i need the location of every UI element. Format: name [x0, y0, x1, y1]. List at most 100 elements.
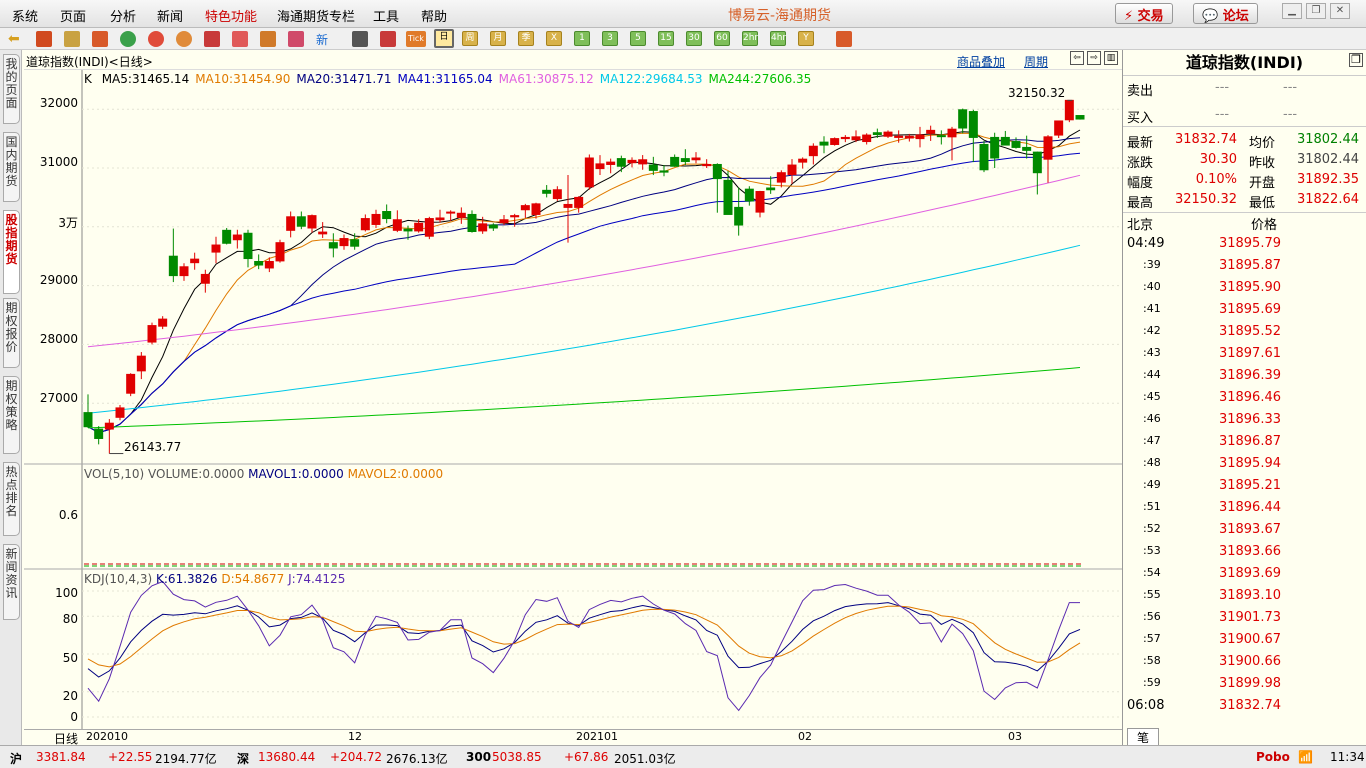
candle-body — [947, 128, 957, 138]
period-link[interactable]: 周期 — [1024, 53, 1048, 70]
signal-icon: 📶 — [1298, 750, 1313, 764]
left-tab[interactable]: 热点排名 — [3, 462, 20, 536]
period-button[interactable]: 5 — [630, 31, 646, 46]
left-arrow-icon[interactable]: ⇦ — [1070, 51, 1084, 65]
candle-body — [926, 129, 936, 134]
candle-body — [510, 215, 520, 218]
tick-price: 31899.98 — [1218, 676, 1281, 691]
menu-item[interactable]: 工具 — [373, 6, 399, 25]
sh-label: 沪 — [10, 752, 23, 766]
left-tab[interactable]: 新闻资讯 — [3, 544, 20, 620]
line-chart-icon[interactable] — [380, 31, 396, 47]
tick-price: 31895.69 — [1218, 302, 1281, 317]
buy-label: 买入 — [1127, 111, 1154, 126]
period-button[interactable]: 日 — [434, 29, 454, 48]
left-tab[interactable]: 股指期货 — [3, 210, 20, 294]
right-arrow-icon[interactable]: ⇨ — [1087, 51, 1101, 65]
period-button[interactable]: Y — [798, 31, 814, 46]
left-tab[interactable]: 我的页面 — [3, 54, 20, 124]
restore-icon[interactable]: ❐ — [1306, 3, 1326, 19]
back-arrow-icon[interactable]: ⬅ — [8, 31, 24, 47]
tick-price: 31893.66 — [1218, 544, 1281, 559]
trade-button[interactable]: ⚡ 交易 — [1115, 3, 1173, 24]
period-button[interactable]: 3 — [602, 31, 618, 46]
ma-line — [87, 367, 1081, 429]
forum-button[interactable]: 💬 论坛 — [1193, 3, 1258, 24]
menu-item[interactable]: 新闻 — [157, 6, 183, 25]
menu-item[interactable]: 分析 — [110, 6, 136, 25]
period-button[interactable]: 季 — [518, 31, 534, 46]
draw-pen-icon[interactable] — [232, 31, 248, 47]
change-value: 30.30 — [1199, 152, 1237, 167]
candle-body — [136, 355, 146, 372]
candle-body — [83, 412, 93, 428]
candle-body — [872, 132, 882, 135]
zoom-out-icon[interactable] — [176, 31, 192, 47]
left-tab[interactable]: 期权报价 — [3, 298, 20, 368]
candle-body — [958, 109, 968, 129]
candle-body — [744, 188, 754, 202]
menu-item[interactable]: 特色功能 — [205, 6, 257, 25]
news-icon[interactable]: 新 — [316, 31, 332, 47]
chart-title: 道琼指数(INDI)<日线> — [26, 55, 153, 69]
sz-index: 13680.44 — [258, 750, 316, 764]
candle-body — [531, 203, 541, 215]
candle-body — [94, 428, 104, 439]
menu-item[interactable]: 海通期货专栏 — [277, 6, 355, 25]
tick-icon[interactable]: Tick — [406, 31, 426, 47]
refresh-icon[interactable] — [120, 31, 136, 47]
layout-icon[interactable]: ▥ — [1104, 51, 1118, 65]
table-icon[interactable] — [352, 31, 368, 47]
period-button[interactable]: 周 — [462, 31, 478, 46]
period-button[interactable]: 1 — [574, 31, 590, 46]
x-axis-tick: 03 — [1008, 730, 1022, 743]
filter-icon[interactable] — [288, 31, 304, 47]
candle-body — [126, 373, 136, 394]
chart-window-icon[interactable] — [92, 31, 108, 47]
candle-body — [904, 135, 914, 139]
candle-body — [435, 217, 445, 221]
tick-time: :47 — [1143, 434, 1161, 447]
database-icon[interactable] — [64, 31, 80, 47]
period-button[interactable]: 月 — [490, 31, 506, 46]
avg-label: 均价 — [1249, 136, 1276, 151]
tool-icon[interactable] — [260, 31, 276, 47]
candle-body — [499, 219, 509, 224]
menu-item[interactable]: 系统 — [12, 6, 38, 25]
avg-value: 31802.44 — [1296, 132, 1359, 147]
close-icon[interactable]: ✕ — [1330, 3, 1350, 19]
period-button[interactable]: 2hr — [742, 31, 758, 46]
popout-icon[interactable]: ❐ — [1349, 53, 1363, 67]
tick-time: :49 — [1143, 478, 1161, 491]
zoom-in-icon[interactable] — [148, 31, 164, 47]
candle-body — [627, 159, 637, 164]
overlay-link[interactable]: 商品叠加 — [957, 53, 1005, 70]
left-tab[interactable]: 国内期货 — [3, 132, 20, 202]
kdj-line — [87, 580, 1080, 712]
period-button[interactable]: X — [546, 31, 562, 46]
vol-axis-label: 0.6 — [58, 508, 78, 522]
tick-time: :41 — [1143, 302, 1161, 315]
tick-price: 31901.73 — [1218, 610, 1281, 625]
window-icon[interactable] — [204, 31, 220, 47]
left-tab[interactable]: 期权策略 — [3, 376, 20, 454]
minimize-icon[interactable]: ▁ — [1282, 3, 1302, 19]
period-button[interactable]: 15 — [658, 31, 674, 46]
status-bar: 沪 3381.84 +22.55 2194.77亿 深 13680.44 +20… — [0, 745, 1366, 768]
candle-body — [883, 131, 893, 137]
vol-value: VOLUME:0.0000 — [148, 467, 245, 481]
tick-detail-tab[interactable]: 笔 — [1127, 728, 1159, 745]
tick-price: 31895.94 — [1218, 456, 1281, 471]
open-value: 31892.35 — [1296, 172, 1359, 187]
home-icon[interactable] — [36, 31, 52, 47]
period-button[interactable]: 60 — [714, 31, 730, 46]
settings-icon[interactable] — [836, 31, 852, 47]
menu-item[interactable]: 帮助 — [421, 6, 447, 25]
menu-item[interactable]: 页面 — [60, 6, 86, 25]
toolbar: ⬅ 新 Tick 日周月季 X 1 3 5 15 30 60 2hr 4hr Y — [0, 28, 1366, 50]
candle-body — [936, 135, 946, 138]
period-button[interactable]: 4hr — [770, 31, 786, 46]
period-button[interactable]: 30 — [686, 31, 702, 46]
kline-chart[interactable] — [24, 70, 1122, 745]
tick-time: :52 — [1143, 522, 1161, 535]
